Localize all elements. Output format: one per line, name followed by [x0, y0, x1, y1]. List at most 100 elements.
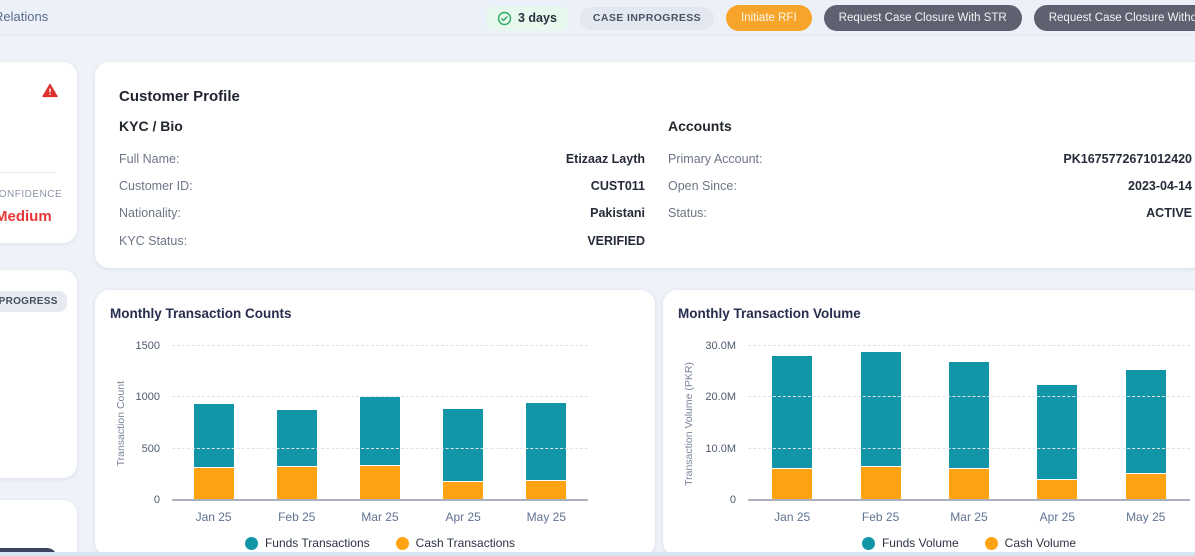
monthly-transaction-counts-card: Monthly Transaction Counts Transaction C… [95, 290, 655, 556]
bar-apr-25[interactable] [1037, 385, 1077, 499]
bar-mar-25[interactable] [949, 362, 989, 499]
chart-legend: Funds Volume Cash Volume [748, 536, 1190, 550]
profile-row: KYC Status: VERIFIED [119, 227, 645, 254]
y-tick-label: 1000 [114, 391, 160, 403]
x-tick-label: Apr 25 [433, 510, 493, 524]
legend-label: Funds Transactions [265, 536, 370, 550]
y-axis-title: Transaction Count [115, 347, 127, 501]
field-label: Open Since: [668, 179, 737, 193]
field-value: CUST011 [591, 179, 645, 193]
legend-dot-icon [245, 537, 258, 550]
x-tick-label: Mar 25 [350, 510, 410, 524]
bar-feb-25[interactable] [277, 410, 317, 499]
initiate-rfi-button[interactable]: Initiate RFI [726, 5, 812, 31]
bar-segment [772, 356, 812, 468]
legend-label: Cash Transactions [416, 536, 515, 550]
y-tick-label: 1500 [114, 340, 160, 352]
x-tick-label: Feb 25 [851, 510, 911, 524]
sidebar-risk-card: CONFIDENCE Medium [0, 62, 77, 243]
accounts-heading: Accounts [668, 118, 1192, 134]
gridline [748, 345, 1190, 346]
bar-segment [949, 469, 989, 499]
accounts-section: Accounts Primary Account: PK1675772671012… [668, 118, 1192, 227]
gridline [172, 448, 588, 449]
bar-segment [526, 481, 566, 499]
request-closure-without-str-button[interactable]: Request Case Closure Without STR [1034, 5, 1195, 31]
bar-segment [443, 409, 483, 481]
y-tick-label: 500 [114, 443, 160, 455]
gridline [748, 448, 1190, 449]
gridline [748, 396, 1190, 397]
x-axis-labels: Jan 25Feb 25Mar 25Apr 25May 25 [748, 510, 1190, 524]
bar-segment [194, 468, 234, 499]
bar-segment [277, 410, 317, 466]
y-tick-label: 0 [114, 494, 160, 506]
check-circle-icon [497, 11, 512, 26]
x-tick-label: Jan 25 [184, 510, 244, 524]
legend-dot-icon [862, 537, 875, 550]
field-label: Customer ID: [119, 179, 193, 193]
legend-item[interactable]: Cash Transactions [396, 536, 515, 550]
topbar-actions: 3 days CASE INPROGRESS Initiate RFI Requ… [486, 0, 1195, 36]
legend-label: Cash Volume [1005, 536, 1076, 550]
legend-dot-icon [396, 537, 409, 550]
bar-may-25[interactable] [526, 403, 566, 499]
bar-jan-25[interactable] [194, 404, 234, 499]
confidence-value: Medium [0, 208, 52, 225]
profile-row: Customer ID: CUST011 [119, 172, 645, 199]
customer-profile-title: Customer Profile [119, 88, 240, 105]
plot-area: 050010001500 [172, 347, 588, 501]
profile-row: Primary Account: PK1675772671012420 [668, 145, 1192, 172]
customer-profile-card: Customer Profile KYC / Bio Full Name:Eti… [95, 62, 1195, 268]
sidebar-divider [0, 172, 55, 173]
case-management-screen: Relations 3 days CASE INPROGRESS Initiat… [0, 0, 1195, 556]
breadcrumb[interactable]: Relations [0, 9, 48, 24]
chart-title: Monthly Transaction Volume [678, 306, 861, 321]
x-tick-label: Jan 25 [762, 510, 822, 524]
warning-triangle-icon [42, 83, 58, 98]
bar-segment [1126, 370, 1166, 473]
bar-feb-25[interactable] [861, 352, 901, 499]
legend-item[interactable]: Funds Volume [862, 536, 959, 550]
x-tick-label: May 25 [1116, 510, 1176, 524]
bar-may-25[interactable] [1126, 370, 1166, 499]
y-tick-label: 20.0M [690, 391, 736, 403]
topbar: Relations 3 days CASE INPROGRESS Initiat… [0, 0, 1195, 36]
field-label: KYC Status: [119, 234, 187, 248]
x-tick-label: Apr 25 [1027, 510, 1087, 524]
y-tick-label: 0 [690, 494, 736, 506]
x-tick-label: May 25 [516, 510, 576, 524]
bar-apr-25[interactable] [443, 409, 483, 499]
bar-segment [277, 467, 317, 499]
sla-days-label: 3 days [518, 11, 557, 25]
legend-item[interactable]: Funds Transactions [245, 536, 370, 550]
field-label: Full Name: [119, 152, 179, 166]
field-value: Pakistani [590, 206, 645, 220]
bar-segment [772, 469, 812, 499]
bar-segment [949, 362, 989, 468]
field-value: PK1675772671012420 [1063, 152, 1192, 166]
field-label: Nationality: [119, 206, 181, 220]
bar-segment [360, 466, 400, 499]
legend-item[interactable]: Cash Volume [985, 536, 1076, 550]
x-tick-label: Feb 25 [267, 510, 327, 524]
profile-row: Full Name: Etizaaz Layth [119, 145, 645, 172]
bar-segment [1037, 480, 1077, 499]
accounts-rows: Primary Account: PK1675772671012420 Open S… [668, 145, 1192, 227]
legend-dot-icon [985, 537, 998, 550]
field-label: Primary Account: [668, 152, 762, 166]
chart-title: Monthly Transaction Counts [110, 306, 292, 321]
gridline [172, 396, 588, 397]
progress-status-badge: INPROGRESS [0, 291, 67, 312]
bar-segment [443, 482, 483, 499]
profile-row: Status:ACTIVE [668, 200, 1192, 227]
confidence-label: CONFIDENCE [0, 189, 62, 200]
bar-jan-25[interactable] [772, 356, 812, 499]
request-closure-with-str-button[interactable]: Request Case Closure With STR [824, 5, 1022, 31]
profile-row: Open Since:2023-04-14 [668, 172, 1192, 199]
field-value: Etizaaz Layth [566, 152, 645, 166]
sla-days-badge: 3 days [486, 6, 568, 31]
field-value: VERIFIED [587, 234, 645, 248]
field-label: Status: [668, 206, 707, 220]
y-tick-label: 30.0M [690, 340, 736, 352]
